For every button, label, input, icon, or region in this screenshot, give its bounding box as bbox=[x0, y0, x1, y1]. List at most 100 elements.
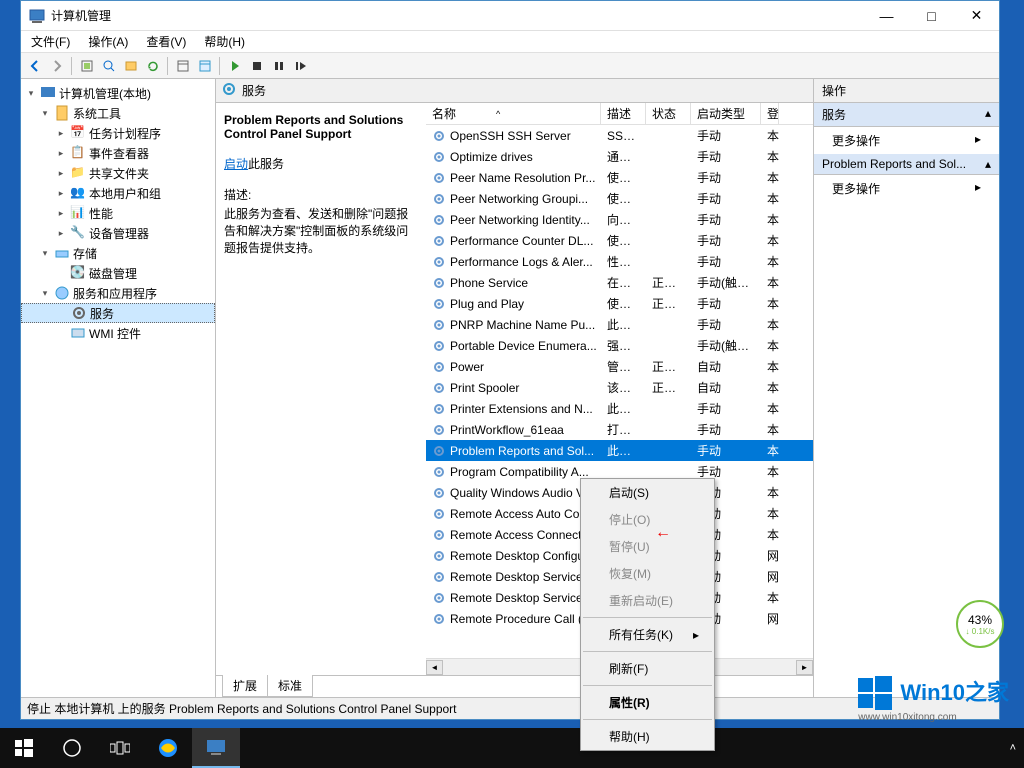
play-button[interactable] bbox=[225, 56, 245, 76]
menu-help[interactable]: 帮助(H) bbox=[200, 31, 249, 52]
titlebar: 计算机管理 — □ ✕ bbox=[21, 1, 999, 31]
tree-item[interactable]: ▸📋事件查看器 bbox=[21, 143, 215, 163]
restart-button[interactable] bbox=[291, 56, 311, 76]
tree-item[interactable]: ▸👥本地用户和组 bbox=[21, 183, 215, 203]
scroll-left[interactable]: ◄ bbox=[426, 660, 443, 675]
table-row[interactable]: Performance Logs & Aler... 性能... 手动 本 bbox=[426, 251, 813, 272]
forward-button[interactable] bbox=[47, 56, 67, 76]
taskbar-mmc[interactable] bbox=[192, 728, 240, 768]
center-title: 服务 bbox=[242, 82, 266, 99]
table-row[interactable]: Plug and Play 使计... 正在... 手动 本 bbox=[426, 293, 813, 314]
tabs: 扩展 标准 bbox=[216, 675, 813, 697]
statusbar: 停止 本地计算机 上的服务 Problem Reports and Soluti… bbox=[21, 697, 999, 719]
menu-view[interactable]: 查看(V) bbox=[142, 31, 190, 52]
start-link[interactable]: 启动 bbox=[224, 157, 248, 171]
tree-item[interactable]: ▸📅任务计划程序 bbox=[21, 123, 215, 143]
ctx-refresh[interactable]: 刷新(F) bbox=[581, 655, 714, 682]
tool-btn-5[interactable] bbox=[173, 56, 193, 76]
gear-icon bbox=[432, 129, 446, 143]
tree-item[interactable]: 💽磁盘管理 bbox=[21, 263, 215, 283]
body: ▾计算机管理(本地) ▾系统工具 ▸📅任务计划程序▸📋事件查看器▸📁共享文件夹▸… bbox=[21, 79, 999, 697]
table-row[interactable]: Optimize drives 通过... 手动 本 bbox=[426, 146, 813, 167]
gear-icon bbox=[432, 255, 446, 269]
close-button[interactable]: ✕ bbox=[954, 1, 999, 31]
col-name[interactable]: 名称^ bbox=[426, 103, 601, 124]
table-row[interactable]: Problem Reports and Sol... 此服... 手动 本 bbox=[426, 440, 813, 461]
ctx-properties[interactable]: 属性(R) bbox=[581, 689, 714, 716]
table-row[interactable]: OpenSSH SSH Server SSH ... 手动 本 bbox=[426, 125, 813, 146]
table-row[interactable]: PrintWorkflow_61eaa 打印... 手动 本 bbox=[426, 419, 813, 440]
tree-apps[interactable]: ▾服务和应用程序 bbox=[21, 283, 215, 303]
ctx-alltasks[interactable]: 所有任务(K)▸ bbox=[581, 621, 714, 648]
col-start[interactable]: 启动类型 bbox=[691, 103, 761, 124]
menu-action[interactable]: 操作(A) bbox=[84, 31, 132, 52]
table-row[interactable]: Print Spooler 该服... 正在... 自动 本 bbox=[426, 377, 813, 398]
system-tray[interactable]: ˄ bbox=[1010, 742, 1024, 754]
col-state[interactable]: 状态 bbox=[646, 103, 691, 124]
tab-extended[interactable]: 扩展 bbox=[222, 675, 268, 697]
tree-storage[interactable]: ▾存储 bbox=[21, 243, 215, 263]
table-row[interactable]: Performance Counter DL... 使远... 手动 本 bbox=[426, 230, 813, 251]
back-button[interactable] bbox=[25, 56, 45, 76]
gear-icon bbox=[432, 381, 446, 395]
tool-btn-2[interactable] bbox=[99, 56, 119, 76]
taskbar: ˄ bbox=[0, 728, 1024, 768]
table-row[interactable]: Peer Networking Groupi... 使用... 手动 本 bbox=[426, 188, 813, 209]
taskview-button[interactable] bbox=[96, 728, 144, 768]
stop-button[interactable] bbox=[247, 56, 267, 76]
table-row[interactable]: Portable Device Enumera... 强制... 手动(触发..… bbox=[426, 335, 813, 356]
ctx-help[interactable]: 帮助(H) bbox=[581, 723, 714, 750]
menu-file[interactable]: 文件(F) bbox=[27, 31, 74, 52]
tool-btn-3[interactable] bbox=[121, 56, 141, 76]
table-row[interactable]: PNRP Machine Name Pu... 此服... 手动 本 bbox=[426, 314, 813, 335]
actions-sec-services: 服务▴ bbox=[814, 103, 999, 127]
gear-icon bbox=[432, 528, 446, 542]
taskbar-ie[interactable] bbox=[144, 728, 192, 768]
ctx-start[interactable]: 启动(S) bbox=[581, 479, 714, 506]
gear-icon bbox=[432, 213, 446, 227]
col-as[interactable]: 登 bbox=[761, 103, 779, 124]
table-row[interactable]: Phone Service 在设... 正在... 手动(触发... 本 bbox=[426, 272, 813, 293]
gear-icon bbox=[222, 82, 236, 99]
desc-label: 描述: bbox=[224, 186, 418, 203]
gear-icon bbox=[432, 444, 446, 458]
tree-item[interactable]: ▸📊性能 bbox=[21, 203, 215, 223]
tree-services[interactable]: 服务 bbox=[21, 303, 215, 323]
minimize-button[interactable]: — bbox=[864, 1, 909, 31]
tree-item[interactable]: ▸📁共享文件夹 bbox=[21, 163, 215, 183]
pause-button[interactable] bbox=[269, 56, 289, 76]
ctx-stop: 停止(O) bbox=[581, 506, 714, 533]
actions-title: 操作 bbox=[814, 79, 999, 103]
gear-icon bbox=[432, 612, 446, 626]
tool-btn-4[interactable] bbox=[143, 56, 163, 76]
start-button[interactable] bbox=[0, 728, 48, 768]
gear-icon bbox=[432, 402, 446, 416]
gear-icon bbox=[432, 360, 446, 374]
center-panel: 服务 Problem Reports and Solutions Control… bbox=[216, 79, 814, 697]
tree-wmi[interactable]: WMI 控件 bbox=[21, 323, 215, 343]
gear-icon bbox=[432, 276, 446, 290]
scroll-right[interactable]: ► bbox=[796, 660, 813, 675]
table-row[interactable]: Peer Name Resolution Pr... 使用... 手动 本 bbox=[426, 167, 813, 188]
selected-service-name: Problem Reports and Solutions Control Pa… bbox=[224, 113, 418, 141]
col-desc[interactable]: 描述 bbox=[601, 103, 646, 124]
tab-standard[interactable]: 标准 bbox=[267, 675, 313, 697]
percent-widget[interactable]: 43% ↓ 0.1K/s bbox=[956, 600, 1004, 648]
tree-root[interactable]: ▾计算机管理(本地) bbox=[21, 83, 215, 103]
cortana-button[interactable] bbox=[48, 728, 96, 768]
tool-btn-6[interactable] bbox=[195, 56, 215, 76]
actions-more-2[interactable]: 更多操作▸ bbox=[814, 175, 999, 202]
tray-chevron-icon[interactable]: ˄ bbox=[1010, 742, 1016, 754]
gear-icon bbox=[432, 486, 446, 500]
maximize-button[interactable]: □ bbox=[909, 1, 954, 31]
tool-btn-1[interactable] bbox=[77, 56, 97, 76]
table-row[interactable]: Printer Extensions and N... 此服... 手动 本 bbox=[426, 398, 813, 419]
tree-systools[interactable]: ▾系统工具 bbox=[21, 103, 215, 123]
actions-more-1[interactable]: 更多操作▸ bbox=[814, 127, 999, 154]
table-row[interactable]: Power 管理... 正在... 自动 本 bbox=[426, 356, 813, 377]
ctx-restart: 重新启动(E) bbox=[581, 587, 714, 614]
table-row[interactable]: Peer Networking Identity... 向对... 手动 本 bbox=[426, 209, 813, 230]
service-info: Problem Reports and Solutions Control Pa… bbox=[216, 103, 426, 675]
ctx-resume: 恢复(M) bbox=[581, 560, 714, 587]
tree-item[interactable]: ▸🔧设备管理器 bbox=[21, 223, 215, 243]
